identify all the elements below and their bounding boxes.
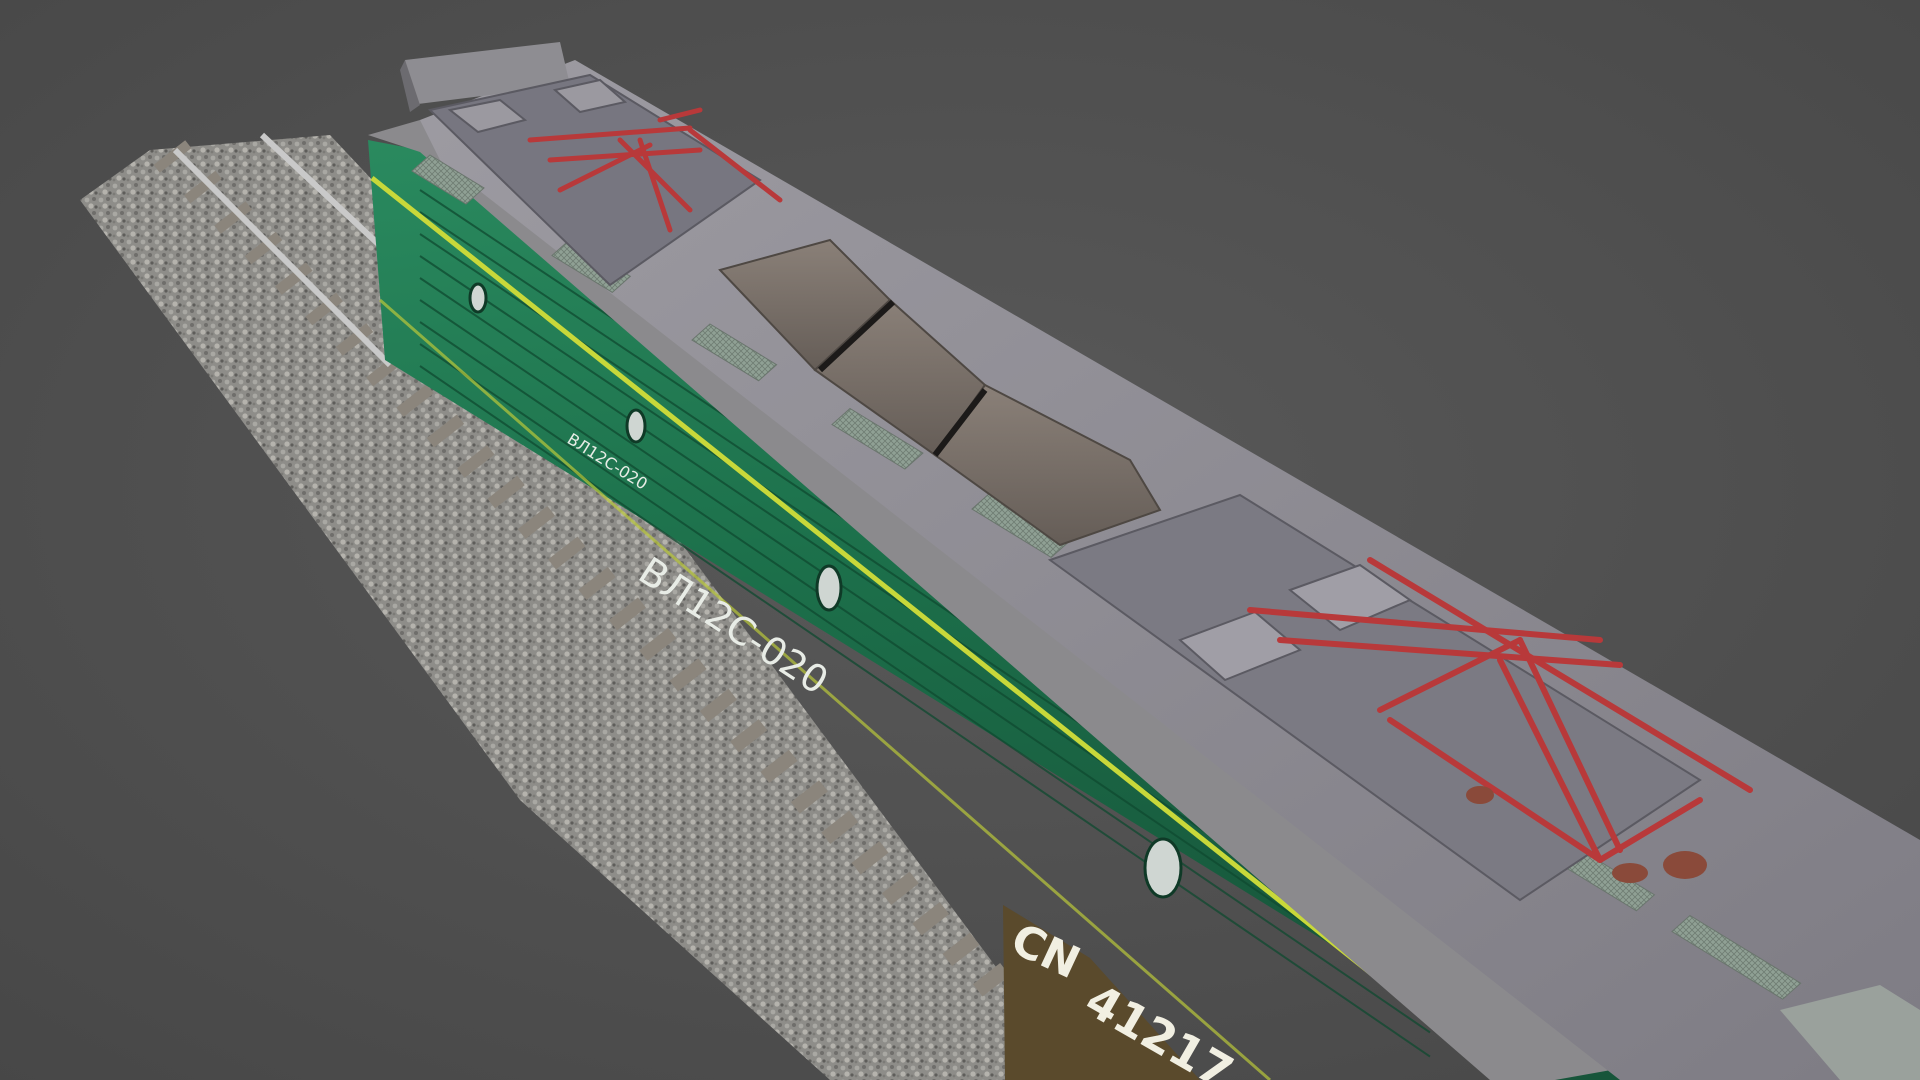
porthole-window <box>468 282 488 314</box>
porthole-window <box>625 408 647 444</box>
locomotive-render: ВЛ12С-020 ВЛ12С-020 CN 41217 <box>0 0 1920 1080</box>
porthole-window <box>815 564 843 612</box>
porthole-window <box>1143 837 1183 899</box>
